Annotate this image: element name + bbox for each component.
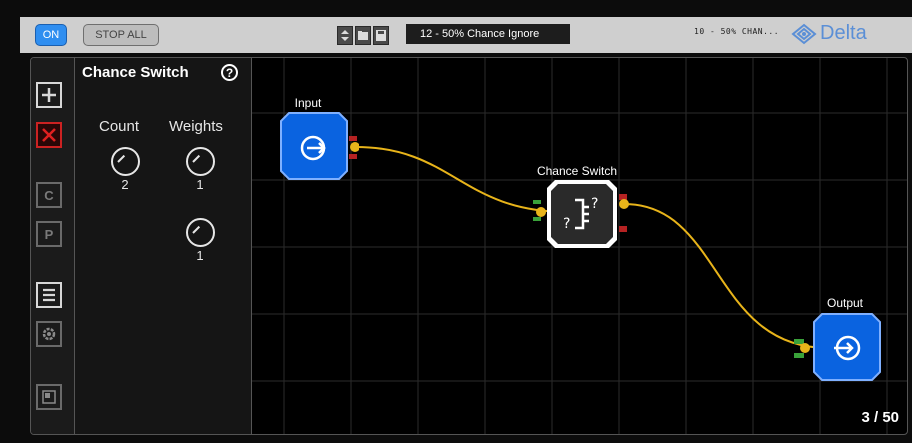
p-button[interactable]: P <box>36 221 62 247</box>
graph-canvas[interactable]: Input Chance Switch ? ? Output 3 / 50 <box>252 58 907 434</box>
handwritten-note: 10 - 50% CHAN... <box>694 27 780 36</box>
switch-node-label: Chance Switch <box>536 164 618 178</box>
main-panel: C P Chance Switch ? Count Weights 2 1 1 <box>30 57 908 435</box>
window-icon <box>42 390 56 404</box>
input-node-label: Input <box>294 96 322 110</box>
count-label: Count <box>99 118 140 135</box>
help-icon[interactable]: ? <box>221 64 238 81</box>
window-button[interactable] <box>36 384 62 410</box>
inspector-panel: Chance Switch ? Count Weights 2 1 1 <box>75 58 252 434</box>
weight-2-value: 1 <box>196 248 204 263</box>
preset-stepper-icon[interactable] <box>337 26 353 45</box>
weight-1-knob[interactable] <box>186 147 215 176</box>
list-button[interactable] <box>36 282 62 308</box>
preset-controls <box>337 26 389 45</box>
preset-name-field[interactable]: 12 - 50% Chance Ignore <box>406 24 570 44</box>
output-node[interactable] <box>794 312 884 387</box>
weight-2-knob[interactable] <box>186 218 215 247</box>
c-button[interactable]: C <box>36 182 62 208</box>
logo-text: Delta <box>820 22 867 44</box>
output-node-label: Output <box>826 296 864 310</box>
stop-all-button[interactable]: STOP ALL <box>83 24 159 46</box>
folder-icon[interactable] <box>355 26 371 45</box>
svg-text:?: ? <box>563 216 570 232</box>
weights-label: Weights <box>169 118 223 135</box>
svg-text:?: ? <box>591 196 598 212</box>
input-node[interactable] <box>279 111 359 191</box>
add-node-button[interactable] <box>36 82 62 108</box>
plus-icon <box>42 88 56 102</box>
gear-icon <box>42 327 56 341</box>
chance-switch-node[interactable]: ? ? <box>533 178 635 253</box>
count-value: 2 <box>121 177 129 192</box>
list-icon <box>43 288 55 302</box>
close-icon <box>42 128 56 142</box>
inspector-title: Chance Switch <box>82 64 189 81</box>
weight-1-value: 1 <box>196 177 204 192</box>
node-counter: 3 / 50 <box>861 409 899 426</box>
delta-logo: Delta <box>790 22 867 45</box>
save-icon[interactable] <box>373 26 389 45</box>
count-knob[interactable] <box>111 147 140 176</box>
settings-button[interactable] <box>36 321 62 347</box>
delta-logo-icon <box>791 23 817 44</box>
left-toolbar: C P <box>31 58 75 434</box>
on-button[interactable]: ON <box>35 24 67 46</box>
delete-node-button[interactable] <box>36 122 62 148</box>
